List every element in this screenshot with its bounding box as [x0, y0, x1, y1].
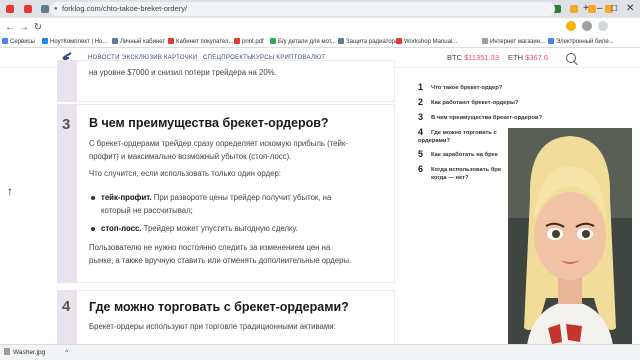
reload-button[interactable]: ↻ [31, 22, 45, 33]
scroll-to-top-icon[interactable]: ↑ [7, 184, 13, 198]
section-number: 3 [62, 116, 71, 133]
bookmark-item[interactable]: Сервисы [2, 38, 35, 46]
toc-number: 2 [418, 97, 424, 107]
address-bar-row: ← → ↻ [0, 18, 640, 36]
toc-item-6-line1[interactable]: Когда использовать бре [431, 166, 501, 174]
bookmark-favicon-icon [168, 38, 174, 44]
url-text: forklog.com/chto-takoe-breket-ordery/ [62, 4, 188, 13]
bookmark-item[interactable]: НоутКомплект | Но... [42, 38, 107, 46]
bookmark-favicon-icon [548, 38, 554, 44]
bullet-dot [91, 196, 95, 200]
new-tab-button[interactable]: + [583, 3, 589, 15]
toc-item-6-line2[interactable]: когда — нет? [431, 174, 469, 182]
toc-item-3[interactable]: В чем преимущества брекет-ордеров? [431, 114, 542, 122]
section-4-title: Где можно торговать с брекет-ордерами? [89, 300, 349, 314]
bookmark-favicon-icon [112, 38, 118, 44]
browser-tab[interactable] [20, 2, 36, 16]
browser-tab[interactable] [566, 2, 582, 16]
tab-favicon-icon [6, 5, 14, 13]
bookmark-favicon-icon [396, 38, 402, 44]
section-3-p1-line2: профит) и максимально возможный убыток (… [89, 152, 292, 161]
bookmark-favicon-icon [482, 38, 488, 44]
bookmark-favicon-icon [42, 38, 48, 44]
extension-icon[interactable] [566, 21, 576, 31]
bullet-1-line1: тейк-профит. При развороте цены трейдер … [101, 193, 332, 202]
bookmark-label: print.pdf [242, 39, 264, 45]
toc-item-1[interactable]: Что такое брекет-ордер? [431, 84, 502, 92]
download-item[interactable]: Washer.jpg ^ [4, 348, 68, 356]
toc-number: 6 [418, 164, 424, 174]
bookmark-item[interactable]: Кабинет покупател... [168, 38, 234, 46]
section-3-title: В чем преимущества брекет-ордеров? [89, 116, 329, 130]
tab-favicon-icon [23, 5, 32, 13]
section-4-p1: Брекет-ордеры используют при торговле тр… [89, 322, 336, 331]
toc-item-2[interactable]: Как работают брекет-ордеры? [431, 99, 518, 107]
maximize-button[interactable]: □ [611, 3, 617, 15]
prev-section-tail: на уровне $7000 и снизил потери трейдера… [89, 68, 277, 77]
toc-item-4-line1[interactable]: Где можно торговать с [431, 129, 497, 137]
bookmark-item[interactable]: Интернет магазин... [482, 38, 545, 46]
toc-item-5[interactable]: Как заработать на брек [431, 151, 498, 159]
browser-tab[interactable] [2, 2, 18, 16]
menu-icon[interactable] [598, 21, 608, 31]
bookmark-item[interactable]: print.pdf [234, 38, 264, 46]
file-icon [4, 348, 10, 355]
forward-button[interactable]: → [17, 22, 31, 33]
close-window-button[interactable]: ✕ [626, 3, 634, 15]
section-3-p1-line1: С брекет-ордерами трейдер сразу определя… [89, 139, 348, 148]
memoji-avatar-overlay [508, 128, 632, 356]
bookmark-favicon-icon [270, 38, 276, 44]
chevron-up-icon[interactable]: ^ [65, 349, 68, 356]
toc-number: 3 [418, 112, 424, 122]
bookmark-label: Б/у детали для мот... [278, 39, 336, 45]
back-button[interactable]: ← [3, 22, 17, 33]
bookmark-item[interactable]: Электронный биле... [548, 38, 614, 46]
section-4-card [57, 290, 395, 350]
tab-favicon-icon [41, 5, 49, 13]
bookmark-item[interactable]: Защита радиатора... [338, 38, 403, 46]
bookmark-label: Кабинет покупател... [176, 39, 234, 45]
section-3-p2: Что случится, если использовать только о… [89, 169, 281, 178]
bookmark-favicon-icon [338, 38, 344, 44]
toc-number: 5 [418, 149, 424, 159]
bullet-dot [91, 227, 95, 231]
bookmark-item[interactable]: Б/у детали для мот... [270, 38, 336, 46]
bookmark-label: Сервисы [10, 39, 35, 45]
tab-favicon-icon [570, 5, 578, 13]
bookmark-item[interactable]: Личный кабинет [112, 38, 165, 46]
bookmark-label: Интернет магазин... [490, 39, 546, 45]
profile-icon[interactable] [582, 21, 592, 31]
btc-price: BTC $11351.33 [447, 53, 499, 62]
toc-number: 4 [418, 127, 424, 137]
bookmarks-bar: Сервисы НоутКомплект | Но... Личный кабине… [0, 36, 640, 48]
toc-number: 1 [418, 82, 424, 92]
section-3-p3-line1: Пользователю не нужно постоянно следить … [89, 243, 331, 252]
bookmark-favicon-icon [234, 38, 240, 44]
search-icon[interactable] [566, 53, 576, 63]
url-field[interactable]: ● forklog.com/chto-takoe-breket-ordery/ [50, 2, 555, 16]
bookmark-favicon-icon [2, 38, 8, 44]
bookmark-label: Защита радиатора... [346, 39, 404, 45]
bullet-1-line2: который не рассчитывал; [101, 206, 193, 215]
avatar-picture [508, 128, 632, 356]
downloads-bar: Washer.jpg ^ [0, 344, 640, 360]
bookmark-label: НоутКомплект | Но... [50, 39, 108, 45]
section-number: 4 [62, 298, 71, 315]
lock-icon: ● [54, 6, 58, 12]
bookmark-item[interactable]: Workshop Manual... [396, 38, 457, 46]
eth-price: ETH $367.6 [508, 53, 549, 62]
bookmark-label: Электронный биле... [556, 39, 614, 45]
section-3-p3-line2: рынке, а также вручную ставить или отмен… [89, 256, 352, 265]
bullet-2: стоп-лосс. Трейдер может упустить выгодн… [101, 224, 298, 233]
minimize-button[interactable]: – [597, 3, 603, 15]
section-2-number-column [57, 60, 77, 102]
toc-item-4-line2[interactable]: ордерами? [418, 137, 450, 145]
bookmark-label: Личный кабинет [120, 39, 166, 45]
bookmark-label: Workshop Manual... [404, 39, 458, 45]
